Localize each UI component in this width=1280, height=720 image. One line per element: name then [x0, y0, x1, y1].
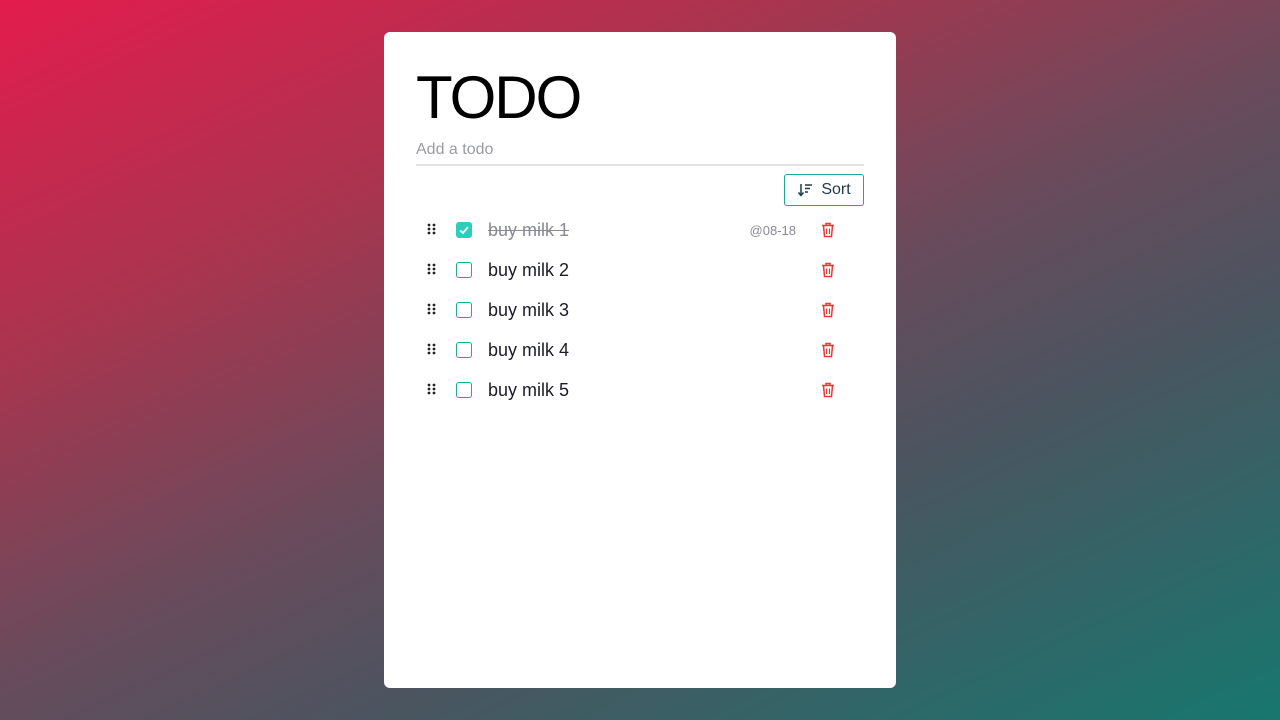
todo-label[interactable]: buy milk 1 — [488, 220, 569, 240]
sort-button[interactable]: Sort — [784, 174, 864, 206]
todo-checkbox[interactable] — [456, 222, 472, 238]
sort-descending-icon — [797, 182, 813, 198]
todo-item: buy milk 1 @08-18 — [416, 210, 864, 250]
todo-label[interactable]: buy milk 2 — [488, 260, 569, 280]
title-container: TODO — [416, 68, 716, 128]
page-title: TODO — [416, 64, 582, 131]
trash-icon[interactable] — [821, 302, 835, 318]
drag-handle-icon[interactable] — [426, 382, 438, 398]
todo-card: TODO Sort buy milk 1@08-18buy milk 2buy … — [384, 32, 896, 688]
drag-handle-icon[interactable] — [426, 302, 438, 318]
trash-icon[interactable] — [821, 262, 835, 278]
todo-checkbox[interactable] — [456, 382, 472, 398]
sort-button-label: Sort — [821, 181, 851, 198]
todo-checkbox[interactable] — [456, 342, 472, 358]
todo-label[interactable]: buy milk 5 — [488, 380, 569, 400]
todo-checkbox[interactable] — [456, 302, 472, 318]
drag-handle-icon[interactable] — [426, 342, 438, 358]
drag-handle-icon[interactable] — [426, 262, 438, 278]
todo-item: buy milk 2 — [416, 250, 864, 290]
add-todo-input[interactable] — [416, 140, 864, 166]
todo-label[interactable]: buy milk 4 — [488, 340, 569, 360]
drag-handle-icon[interactable] — [426, 222, 438, 238]
todo-label[interactable]: buy milk 3 — [488, 300, 569, 320]
todo-date: @08-18 — [749, 223, 796, 238]
todo-item: buy milk 4 — [416, 330, 864, 370]
todo-item: buy milk 5 — [416, 370, 864, 410]
trash-icon[interactable] — [821, 382, 835, 398]
todo-checkbox[interactable] — [456, 262, 472, 278]
trash-icon[interactable] — [821, 342, 835, 358]
trash-icon[interactable] — [821, 222, 835, 238]
todo-list: buy milk 1 @08-18 buy milk 2 buy milk 3 buy … — [416, 210, 864, 410]
todo-item: buy milk 3 — [416, 290, 864, 330]
